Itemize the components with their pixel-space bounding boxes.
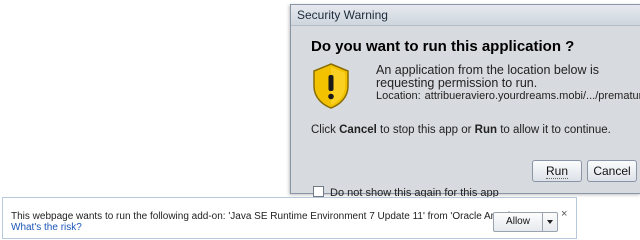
whats-the-risk-link[interactable]: What's the risk? bbox=[11, 222, 82, 233]
instruction-cancel-word: Cancel bbox=[339, 124, 377, 136]
dialog-message: An application from the location below i… bbox=[376, 63, 600, 90]
allow-split-button: Allow bbox=[493, 212, 558, 232]
security-warning-dialog: Security Warning Do you want to run this… bbox=[290, 4, 640, 199]
dialog-title: Security Warning bbox=[291, 5, 640, 26]
instruction-text-3: to allow it to continue. bbox=[497, 124, 611, 136]
run-button[interactable]: Run bbox=[532, 160, 582, 182]
addon-notification-bar: This webpage wants to run the following … bbox=[2, 197, 577, 239]
warning-shield-icon bbox=[313, 63, 349, 109]
instruction-text-1: Click bbox=[311, 124, 340, 136]
allow-dropdown-button[interactable] bbox=[542, 213, 557, 231]
allow-button[interactable]: Allow bbox=[494, 213, 542, 231]
location-line: Location: attribueraviero.yourdreams.mobi… bbox=[376, 90, 640, 102]
do-not-show-checkbox[interactable] bbox=[313, 186, 324, 197]
dialog-heading: Do you want to run this application ? bbox=[311, 38, 575, 55]
run-button-label: Run bbox=[545, 164, 568, 179]
location-value: attribueraviero.yourdreams.mobi/.../prem… bbox=[424, 90, 640, 102]
location-label: Location: bbox=[376, 90, 421, 102]
cancel-button[interactable]: Cancel bbox=[587, 160, 637, 182]
chevron-down-icon bbox=[547, 220, 553, 224]
dialog-instruction: Click Cancel to stop this app or Run to … bbox=[311, 124, 611, 136]
notification-message: This webpage wants to run the following … bbox=[11, 211, 548, 222]
instruction-text-2: to stop this app or bbox=[376, 124, 475, 136]
dialog-body: Do you want to run this application ? An… bbox=[291, 26, 640, 199]
close-icon[interactable]: × bbox=[561, 208, 567, 220]
instruction-run-word: Run bbox=[474, 124, 498, 136]
